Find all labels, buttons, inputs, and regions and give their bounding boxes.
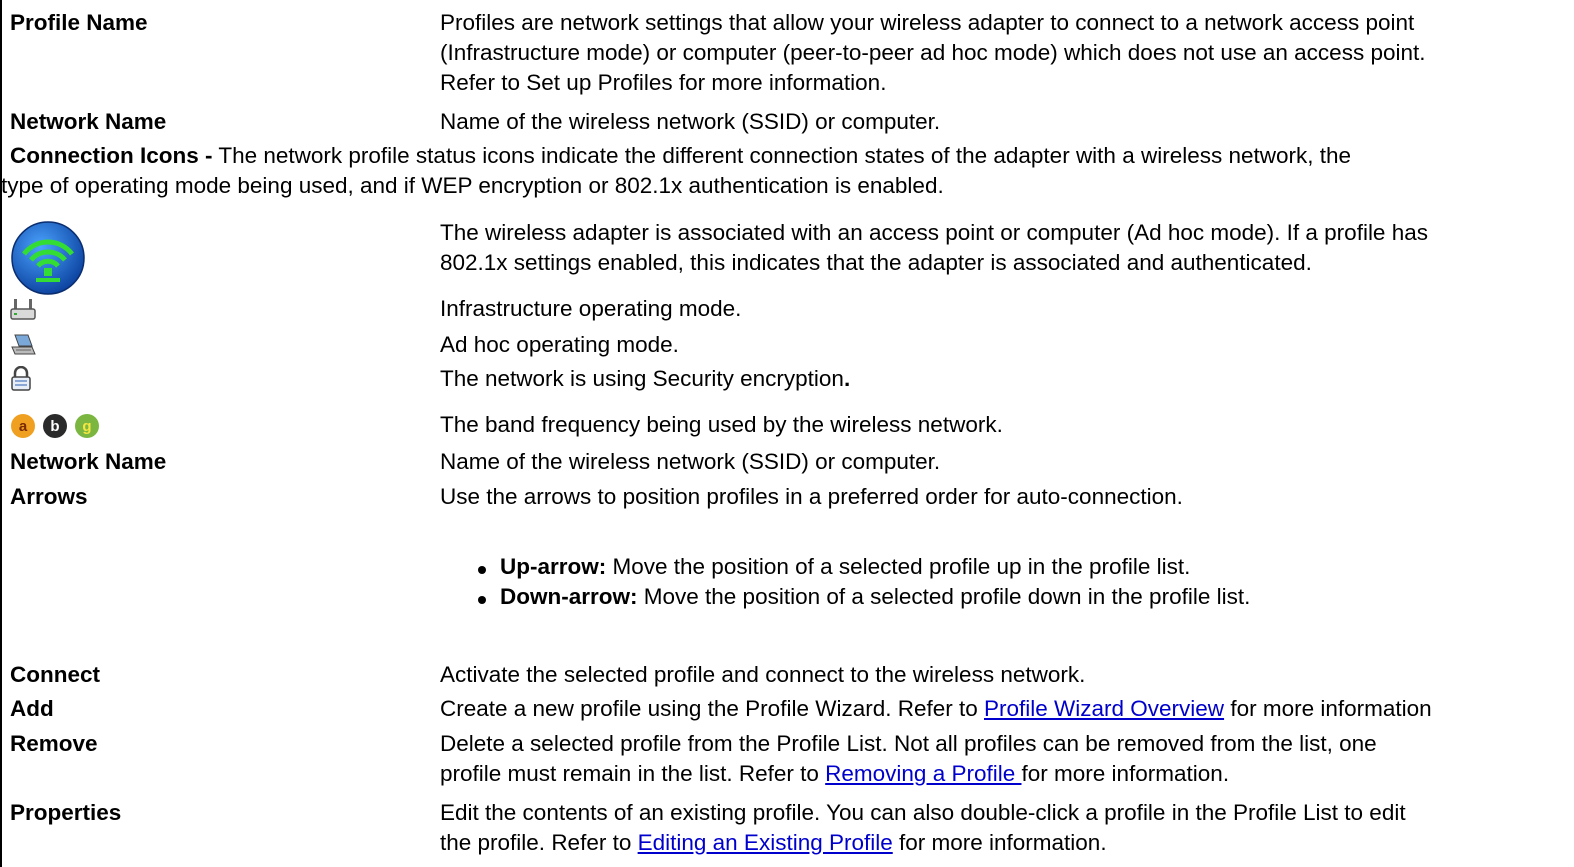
connection-icons-lead: Connection Icons - [10,143,213,168]
desc-network-name-2: Name of the wireless network (SSID) or c… [440,449,941,474]
term-properties: Properties [10,800,122,825]
desc-security-end: . [843,366,851,391]
removing-a-profile-link[interactable]: Removing a Profile [825,761,1021,786]
connection-icons-text: Connection Icons - The network profile s… [1,141,1574,201]
desc-infrastructure: Infrastructure operating mode. [440,296,742,321]
desc-line: Delete a selected profile from the Profi… [440,731,1377,756]
lock-icon [10,365,32,400]
desc-properties-post: for more information. [892,830,1107,855]
list-item: Up-arrow: Move the position of a selecte… [440,552,1250,582]
desc-add-post: for more information [1224,696,1432,721]
desc-line: type of operating mode being used, and i… [1,173,944,198]
desc-line: profile must remain in the list. Refer t… [440,759,1574,789]
desc-line: Profiles are network settings that allow… [440,10,1415,35]
desc-security-text: The network is using Security encryption [440,366,844,391]
desc-line: the profile. Refer to Editing an Existin… [440,828,1574,858]
desc-remove: Delete a selected profile from the Profi… [440,729,1574,789]
desc-line: Refer to Set up Profiles for more inform… [440,70,887,95]
svg-text:b: b [50,418,59,435]
term-remove: Remove [10,731,98,756]
term-profile-name: Profile Name [10,10,148,35]
desc-connect: Activate the selected profile and connec… [440,662,1086,687]
editing-existing-profile-link[interactable]: Editing an Existing Profile [638,830,893,855]
bullet-text: Move the position of a selected profile … [637,584,1251,609]
arrows-bullet-list: Up-arrow: Move the position of a selecte… [440,552,1250,612]
desc-profile-name: Profiles are network settings that allow… [440,8,1574,98]
desc-add-pre: Create a new profile using the Profile W… [440,696,984,721]
adhoc-computer-icon [10,332,36,366]
desc-security: The network is using Security encryption… [440,364,1574,394]
band-g-icon: g [75,414,99,438]
desc-remove-post: for more information. [1021,761,1230,786]
desc-properties-pre: the profile. Refer to [440,830,638,855]
band-icons: a b g [10,413,106,447]
profile-wizard-overview-link[interactable]: Profile Wizard Overview [984,696,1224,721]
left-border [0,0,2,867]
desc-arrows: Use the arrows to position profiles in a… [440,484,1183,509]
term-connect: Connect [10,662,100,687]
term-network-name: Network Name [10,109,167,134]
infrastructure-router-icon [10,296,36,330]
svg-text:g: g [82,418,91,435]
desc-line: Connection Icons - The network profile s… [10,141,1574,171]
wifi-associated-icon [10,220,86,304]
term-network-name-2: Network Name [10,449,167,474]
bullet-label: Down-arrow: [500,584,638,609]
desc-add: Create a new profile using the Profile W… [440,694,1574,724]
list-item: Down-arrow: Move the position of a selec… [440,582,1250,612]
desc-properties: Edit the contents of an existing profile… [440,798,1574,858]
bullet-label: Up-arrow: [500,554,607,579]
desc-associated: The wireless adapter is associated with … [440,218,1574,278]
term-add: Add [10,696,54,721]
bullet-text: Move the position of a selected profile … [606,554,1191,579]
desc-line: 802.1x settings enabled, this indicates … [440,250,1312,275]
svg-text:a: a [19,418,28,435]
desc-line: The wireless adapter is associated with … [440,220,1428,245]
desc-band: The band frequency being used by the wir… [440,412,1003,437]
connection-icons-text-1: The network profile status icons indicat… [212,143,1352,168]
band-b-icon: b [43,414,67,438]
desc-line: (Infrastructure mode) or computer (peer-… [440,40,1426,65]
desc-line: Edit the contents of an existing profile… [440,800,1406,825]
term-arrows: Arrows [10,484,88,509]
desc-network-name: Name of the wireless network (SSID) or c… [440,109,941,134]
desc-adhoc: Ad hoc operating mode. [440,332,679,357]
desc-remove-pre: profile must remain in the list. Refer t… [440,761,826,786]
band-a-icon: a [11,414,35,438]
